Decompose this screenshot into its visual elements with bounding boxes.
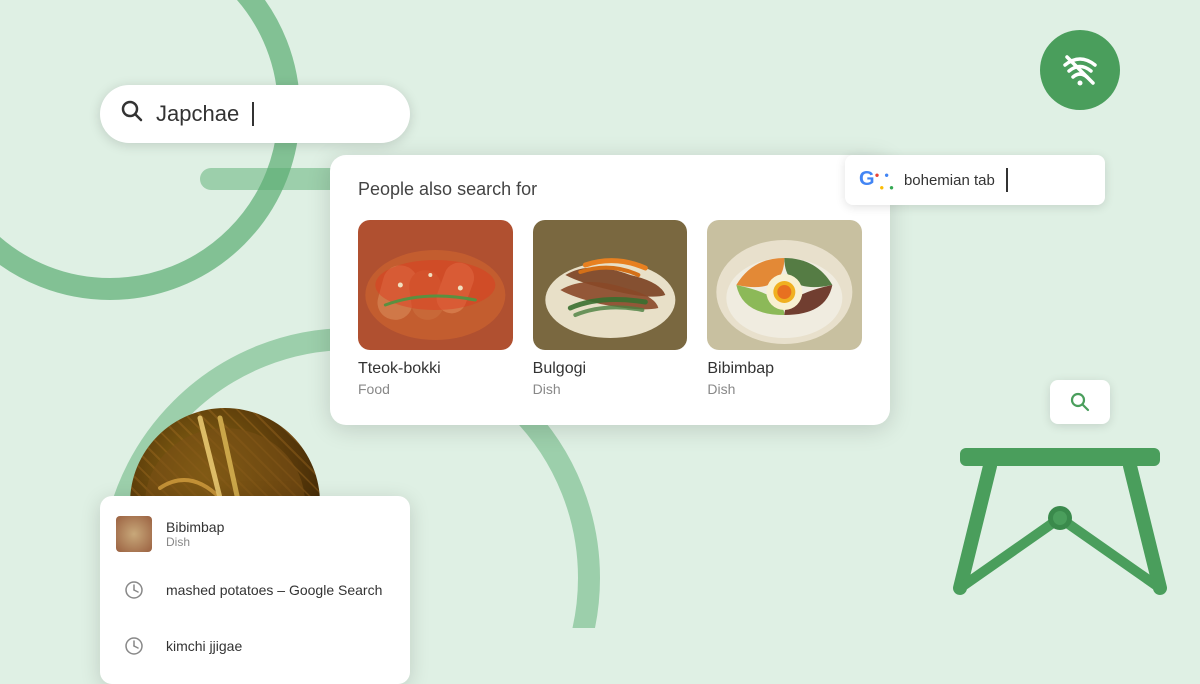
people-also-search-panel: People also search for ⌃ xyxy=(330,155,890,425)
food-card-tteokbokki[interactable]: Tteok-bokki Food xyxy=(358,220,513,397)
clock-icon-mashed xyxy=(116,572,152,608)
bibimbap-thumbnail xyxy=(116,516,152,552)
tteokbokki-image xyxy=(358,220,513,350)
bibimbap-image xyxy=(707,220,862,350)
right-small-search-bar[interactable] xyxy=(1050,380,1110,424)
autocomplete-dropdown: Bibimbap Dish mashed potatoes – Google S… xyxy=(100,496,410,684)
main-search-bar[interactable]: Japchae xyxy=(100,85,410,143)
food-card-bibimbap[interactable]: Bibimbap Dish xyxy=(707,220,862,397)
panel-title: People also search for xyxy=(358,179,537,200)
bibimbap-category: Dish xyxy=(707,381,862,397)
food-card-bulgogi[interactable]: Bulgogi Dish xyxy=(533,220,688,397)
food-items-grid: Tteok-bokki Food xyxy=(358,220,862,397)
mashed-text: mashed potatoes – Google Search xyxy=(166,582,382,598)
autocomplete-item-bibimbap[interactable]: Bibimbap Dish xyxy=(100,506,410,562)
google-search-bar[interactable]: G●●●● bohemian tab xyxy=(845,155,1105,205)
bibimbap-text: Bibimbap Dish xyxy=(166,519,224,549)
bibimbap-subtitle: Dish xyxy=(166,535,224,549)
wifi-off-circle xyxy=(1040,30,1120,110)
kimchi-text: kimchi jjigae xyxy=(166,638,242,654)
google-logo-icon: G●●●● xyxy=(859,168,894,192)
tteokbokki-category: Food xyxy=(358,381,513,397)
panel-header: People also search for ⌃ xyxy=(358,179,862,200)
google-text-cursor xyxy=(1006,168,1008,192)
wifi-off-icon xyxy=(1059,49,1101,91)
bibimbap-title: Bibimbap xyxy=(166,519,224,535)
text-cursor xyxy=(252,102,254,126)
kimchi-title: kimchi jjigae xyxy=(166,638,242,654)
bibimbap-name: Bibimbap xyxy=(707,360,862,378)
desk-illustration xyxy=(940,388,1180,628)
small-search-icon xyxy=(1069,391,1091,413)
search-query-text: Japchae xyxy=(156,101,239,127)
bulgogi-name: Bulgogi xyxy=(533,360,688,378)
autocomplete-item-mashed[interactable]: mashed potatoes – Google Search xyxy=(100,562,410,618)
tteokbokki-name: Tteok-bokki xyxy=(358,360,513,378)
mashed-title: mashed potatoes – Google Search xyxy=(166,582,382,598)
clock-icon-kimchi xyxy=(116,628,152,664)
bulgogi-category: Dish xyxy=(533,381,688,397)
google-query-text: bohemian tab xyxy=(904,172,995,189)
bulgogi-image xyxy=(533,220,688,350)
decorative-arc-top-left xyxy=(0,0,300,300)
autocomplete-item-kimchi[interactable]: kimchi jjigae xyxy=(100,618,410,674)
search-icon xyxy=(120,99,144,129)
